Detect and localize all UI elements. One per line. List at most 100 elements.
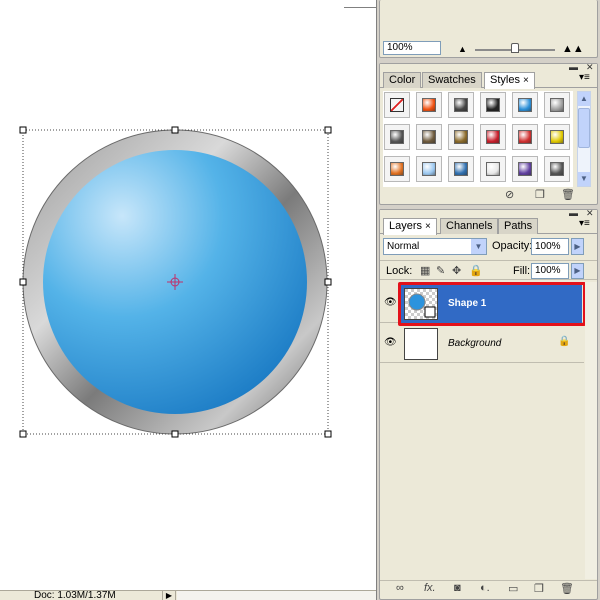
layer-row-shape-1[interactable]: 👁 Shape 1 (380, 282, 586, 326)
tab-color[interactable]: Color (383, 72, 422, 88)
layers-scrollbar[interactable] (585, 282, 597, 579)
lock-position-icon[interactable]: ✥ (452, 264, 461, 277)
swatch-preview (486, 130, 500, 144)
handle-bottom-right[interactable] (324, 430, 332, 438)
blend-mode-select[interactable]: Normal ▼ (383, 238, 487, 255)
fill-input[interactable]: 100% (531, 263, 569, 279)
minimize-icon[interactable]: ▬ (569, 208, 578, 218)
none-style-swatch[interactable] (384, 92, 410, 118)
close-tab-icon[interactable]: × (425, 221, 431, 232)
swatch-preview (518, 162, 532, 176)
tab-label: Paths (504, 220, 533, 232)
tab-label: Swatches (428, 74, 476, 86)
lock-row: Lock: ▦ ✎ ✥ 🔒 Fill: 100% ▶ (380, 260, 597, 280)
tab-channels[interactable]: Channels (440, 218, 499, 234)
trash-icon[interactable]: 🗑 (561, 188, 575, 201)
horizontal-scrollbar[interactable] (177, 591, 376, 600)
eye-icon[interactable]: 👁 (384, 337, 398, 349)
purple-style-swatch[interactable] (512, 156, 538, 182)
scroll-thumb[interactable] (578, 108, 590, 148)
red-stripes-style-swatch[interactable] (480, 124, 506, 150)
white-check-style-swatch[interactable] (480, 156, 506, 182)
black-button-style-swatch[interactable] (480, 92, 506, 118)
layer-row-background[interactable]: 👁 Background 🔒 (380, 325, 584, 363)
opacity-slider-arrow-icon[interactable]: ▶ (571, 238, 584, 255)
zoom-out-icon[interactable]: ▲ (458, 44, 467, 54)
swatch-preview (486, 98, 500, 112)
handle-bottom-left[interactable] (19, 430, 27, 438)
tab-paths[interactable]: Paths (498, 218, 539, 234)
zoom-in-icon[interactable]: ▲▲ (562, 43, 584, 55)
add-mask-icon[interactable]: ◙ (454, 582, 461, 594)
layer-name[interactable]: Background (448, 338, 501, 349)
fill-slider-arrow-icon[interactable]: ▶ (571, 263, 584, 279)
layer-style-fx-icon[interactable]: fx. (424, 582, 436, 594)
orange-gradient-style-swatch[interactable] (384, 156, 410, 182)
swatch-preview (390, 98, 404, 112)
palette-menu-icon[interactable]: ▾≡ (579, 218, 590, 229)
palette-title-bar[interactable]: ▬ ✕ (380, 208, 597, 218)
light-blue-style-swatch[interactable] (416, 156, 442, 182)
handle-top-left[interactable] (19, 126, 27, 134)
status-menu-arrow-icon[interactable]: ▶ (162, 591, 176, 600)
new-layer-icon[interactable]: ❐ (534, 582, 544, 595)
zoom-input[interactable]: 100% (383, 41, 441, 55)
handle-bottom-center[interactable] (171, 430, 179, 438)
blue-glass-style-swatch[interactable] (512, 92, 538, 118)
clear-style-icon[interactable]: ⊘ (505, 188, 514, 201)
handle-mid-left[interactable] (19, 278, 27, 286)
new-style-icon[interactable]: ❐ (535, 188, 545, 201)
style-swatch-grid (383, 91, 573, 187)
sunset-style-swatch[interactable] (448, 156, 474, 182)
trash-icon[interactable]: 🗑 (560, 582, 574, 595)
palette-dock: 100% ▲ ▲▲ ▬ ✕ Color Swatches Styles × ▾≡ … (376, 0, 600, 600)
scroll-up-icon[interactable]: ▲ (578, 92, 590, 106)
swatch-preview (390, 130, 404, 144)
layer-thumbnail (404, 328, 438, 360)
canvas-artwork[interactable] (0, 0, 376, 590)
handle-top-right[interactable] (324, 126, 332, 134)
multicolor-style-swatch[interactable] (512, 124, 538, 150)
selection-highlight-box (398, 282, 586, 326)
swatch-preview (518, 98, 532, 112)
lock-icon: 🔒 (558, 336, 571, 347)
tab-styles[interactable]: Styles × (484, 72, 535, 89)
eye-icon[interactable]: 👁 (384, 297, 398, 309)
yellow-style-swatch[interactable] (544, 124, 570, 150)
swatch-preview (550, 162, 564, 176)
palette-menu-icon[interactable]: ▾≡ (579, 72, 590, 83)
navigator-palette: 100% ▲ ▲▲ (379, 0, 598, 58)
scroll-down-icon[interactable]: ▼ (578, 172, 590, 186)
minimize-icon[interactable]: ▬ (569, 62, 578, 72)
brown-style-swatch[interactable] (416, 124, 442, 150)
dark-bevel-style-swatch[interactable] (384, 124, 410, 150)
fire-style-swatch[interactable] (416, 92, 442, 118)
handle-top-center[interactable] (171, 126, 179, 134)
charcoal-style-swatch[interactable] (544, 156, 570, 182)
swatch-preview (454, 162, 468, 176)
palette-title-bar[interactable]: ▬ ✕ (380, 62, 597, 72)
opacity-input[interactable]: 100% (531, 238, 569, 255)
tab-swatches[interactable]: Swatches (422, 72, 482, 88)
adjustment-layer-icon[interactable]: ◐. (480, 582, 490, 594)
new-group-icon[interactable]: ▭ (508, 582, 518, 595)
handle-mid-right[interactable] (324, 278, 332, 286)
bronze-style-swatch[interactable] (448, 124, 474, 150)
chevron-down-icon[interactable]: ▼ (471, 239, 486, 254)
document-size-info: Doc: 1.03M/1.37M (34, 590, 116, 600)
lock-transparency-icon[interactable]: ▦ (420, 264, 430, 277)
gray-style-swatch[interactable] (544, 92, 570, 118)
lock-image-icon[interactable]: ✎ (436, 264, 445, 277)
document-canvas[interactable] (0, 0, 378, 590)
dark-gray-style-swatch[interactable] (448, 92, 474, 118)
swatch-preview (422, 162, 436, 176)
styles-scrollbar[interactable]: ▲ ▼ (577, 91, 591, 187)
swatch-preview (550, 98, 564, 112)
layers-palette: ▬ ✕ Layers × Channels Paths ▾≡ Normal ▼ O… (379, 208, 598, 600)
tab-layers[interactable]: Layers × (383, 218, 437, 235)
link-layers-icon[interactable]: ∞ (396, 582, 404, 594)
lock-all-icon[interactable]: 🔒 (469, 264, 483, 277)
close-tab-icon[interactable]: × (523, 75, 529, 86)
styles-palette: ▬ ✕ Color Swatches Styles × ▾≡ ▲ ▼ ⊘ ❐ 🗑 (379, 62, 598, 205)
zoom-slider-thumb[interactable] (511, 43, 519, 53)
